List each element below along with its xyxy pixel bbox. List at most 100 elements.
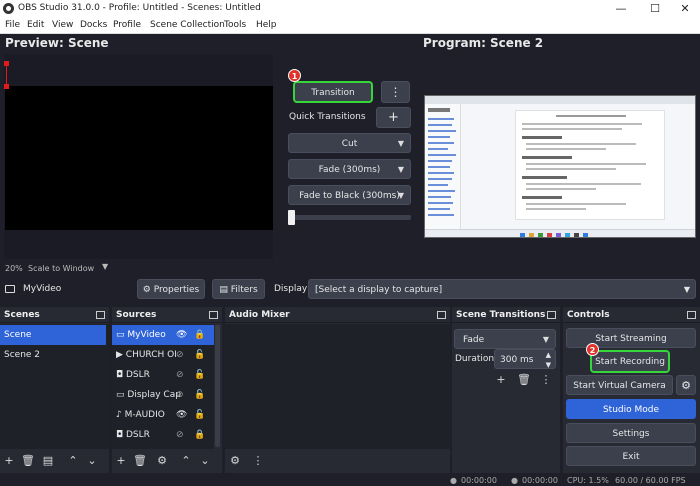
start-virtual-camera-button[interactable]: Start Virtual Camera xyxy=(566,375,673,395)
microphone-icon: ♪ xyxy=(116,410,122,420)
scene-item[interactable]: Scene xyxy=(0,325,106,345)
float-dock-icon[interactable] xyxy=(437,311,446,319)
transition-select[interactable]: Fade ▼ xyxy=(454,329,556,349)
menu-edit[interactable]: Edit xyxy=(27,20,44,30)
quick-transition-fade[interactable]: Fade (300ms) ▼ xyxy=(288,159,411,179)
float-dock-icon[interactable] xyxy=(209,311,218,319)
add-transition-icon[interactable]: + xyxy=(493,372,509,388)
source-name: MyVideo xyxy=(127,330,166,340)
scenes-list: Scene Scene 2 xyxy=(0,324,109,449)
filters-label: Filters xyxy=(230,285,258,295)
visibility-icon[interactable]: 👁 xyxy=(176,325,187,345)
source-name: Display Cap xyxy=(127,390,181,400)
quick-transition-fade-to-black[interactable]: Fade to Black (300ms) ▼ xyxy=(288,185,411,205)
zoom-dropdown-icon[interactable]: ▼ xyxy=(102,262,108,271)
settings-button[interactable]: Settings xyxy=(566,423,696,443)
unlock-icon[interactable]: 🔓 xyxy=(194,405,205,425)
source-item[interactable]: ▭ MyVideo 👁 🔒 xyxy=(112,325,214,345)
float-dock-icon[interactable] xyxy=(547,311,556,319)
source-item[interactable]: ◘ DSLR ⊘ 🔒 xyxy=(112,425,214,445)
virtual-camera-settings-gear-icon[interactable]: ⚙ xyxy=(676,375,696,395)
transition-button[interactable]: Transition xyxy=(293,81,373,103)
unlock-icon[interactable]: 🔓 xyxy=(194,365,205,385)
close-button[interactable]: ✕ xyxy=(670,1,700,16)
preview-scene-output[interactable] xyxy=(5,86,273,230)
camera-icon: ◘ xyxy=(116,370,124,380)
float-dock-icon[interactable] xyxy=(687,311,696,319)
hidden-icon[interactable]: ⊘ xyxy=(176,345,184,365)
scenes-dock-header: Scenes xyxy=(0,307,109,323)
remove-scene-icon[interactable]: 🗑 xyxy=(20,453,36,469)
quick-transition-cut[interactable]: Cut ▼ xyxy=(288,133,411,153)
display-label: Display xyxy=(274,284,308,294)
program-title: Program: Scene 2 xyxy=(423,36,544,50)
chevron-down-icon: ▼ xyxy=(397,165,404,174)
remove-transition-icon[interactable]: 🗑 xyxy=(516,372,532,388)
menu-profile[interactable]: Profile xyxy=(113,20,141,30)
scene-item[interactable]: Scene 2 xyxy=(0,345,109,365)
float-dock-icon[interactable] xyxy=(96,311,105,319)
start-recording-button[interactable]: Start Recording xyxy=(590,350,670,373)
menu-file[interactable]: File xyxy=(5,20,20,30)
source-properties-gear-icon[interactable]: ⚙ xyxy=(154,453,170,469)
properties-button[interactable]: ⚙ Properties xyxy=(137,279,205,299)
transition-slider-track[interactable] xyxy=(288,215,411,220)
chevron-down-icon: ▼ xyxy=(397,139,404,148)
unlock-icon[interactable]: 🔓 xyxy=(194,345,205,365)
scene-filters-icon[interactable]: ▤ xyxy=(40,453,56,469)
menu-view[interactable]: View xyxy=(52,20,73,30)
visibility-icon[interactable]: 👁 xyxy=(176,405,187,425)
maximize-button[interactable]: ☐ xyxy=(640,1,670,16)
menu-help[interactable]: Help xyxy=(256,20,277,30)
hidden-icon[interactable]: ⊘ xyxy=(176,385,184,405)
studio-mode-button[interactable]: Studio Mode xyxy=(566,399,696,419)
source-item[interactable]: ♪ M-AUDIO 👁 🔓 xyxy=(112,405,214,425)
program-doc-sidebar xyxy=(425,104,461,229)
source-item[interactable]: ◘ DSLR ⊘ 🔓 xyxy=(112,365,214,385)
move-down-icon[interactable]: ⌄ xyxy=(197,453,213,469)
quick-transition-label: Fade (300ms) xyxy=(318,165,381,175)
sources-scrollbar[interactable] xyxy=(215,325,220,447)
menu-docks[interactable]: Docks xyxy=(80,20,107,30)
transition-menu-icon[interactable]: ⋮ xyxy=(538,372,554,388)
status-bar: ● 00:00:00 ● 00:00:00 CPU: 1.5% 60.00 / … xyxy=(0,475,700,486)
source-item[interactable]: ▶ CHURCH OI ⊘ 🔓 xyxy=(112,345,214,365)
menu-tools[interactable]: Tools xyxy=(224,20,246,30)
lock-icon[interactable]: 🔒 xyxy=(194,425,205,445)
hidden-icon[interactable]: ⊘ xyxy=(176,365,184,385)
add-source-icon[interactable]: + xyxy=(113,453,129,469)
monitor-icon: ▭ xyxy=(116,390,125,400)
minimize-button[interactable]: — xyxy=(606,1,636,16)
add-quick-transition-button[interactable]: + xyxy=(376,107,411,128)
program-taskbar xyxy=(425,229,695,237)
window-title: OBS Studio 31.0.0 - Profile: Untitled - … xyxy=(18,3,261,13)
preview-transform-handle[interactable] xyxy=(4,84,9,89)
add-scene-icon[interactable]: + xyxy=(1,453,17,469)
exit-button[interactable]: Exit xyxy=(566,446,696,466)
sources-dock: Sources ▭ MyVideo 👁 🔒 ▶ CHURCH OI ⊘ 🔓 ◘ … xyxy=(112,307,222,473)
controls-dock: Controls Start Streaming Start Recording… xyxy=(563,307,700,473)
filters-button[interactable]: ▤ Filters xyxy=(212,279,265,299)
move-up-icon[interactable]: ⌃ xyxy=(178,453,194,469)
transition-menu-button[interactable]: ⋮ xyxy=(381,81,410,103)
scene-transitions-header: Scene Transitions xyxy=(452,307,560,323)
chevron-down-icon: ▼ xyxy=(683,285,690,294)
display-select[interactable]: [Select a display to capture] ▼ xyxy=(308,279,696,299)
transition-slider-handle[interactable] xyxy=(288,210,295,225)
move-up-icon[interactable]: ⌃ xyxy=(65,453,81,469)
duration-label: Duration xyxy=(455,354,495,364)
zoom-mode[interactable]: Scale to Window xyxy=(28,264,94,273)
menu-scene-collection[interactable]: Scene Collection xyxy=(150,20,225,30)
hidden-icon[interactable]: ⊘ xyxy=(176,425,184,445)
duration-spinbox[interactable]: 300 ms ▲ ▼ xyxy=(494,349,556,369)
audio-settings-gear-icon[interactable]: ⚙ xyxy=(227,453,243,469)
lock-icon[interactable]: 🔒 xyxy=(194,325,205,345)
unlock-icon[interactable]: 🔓 xyxy=(194,385,205,405)
source-item[interactable]: ▭ Display Cap ⊘ 🔓 xyxy=(112,385,214,405)
sources-title: Sources xyxy=(116,310,157,320)
remove-source-icon[interactable]: 🗑 xyxy=(132,453,148,469)
move-down-icon[interactable]: ⌄ xyxy=(84,453,100,469)
audio-menu-icon[interactable]: ⋮ xyxy=(250,453,266,469)
start-streaming-button[interactable]: Start Streaming xyxy=(566,328,696,348)
preview-transform-handle[interactable] xyxy=(4,61,9,66)
